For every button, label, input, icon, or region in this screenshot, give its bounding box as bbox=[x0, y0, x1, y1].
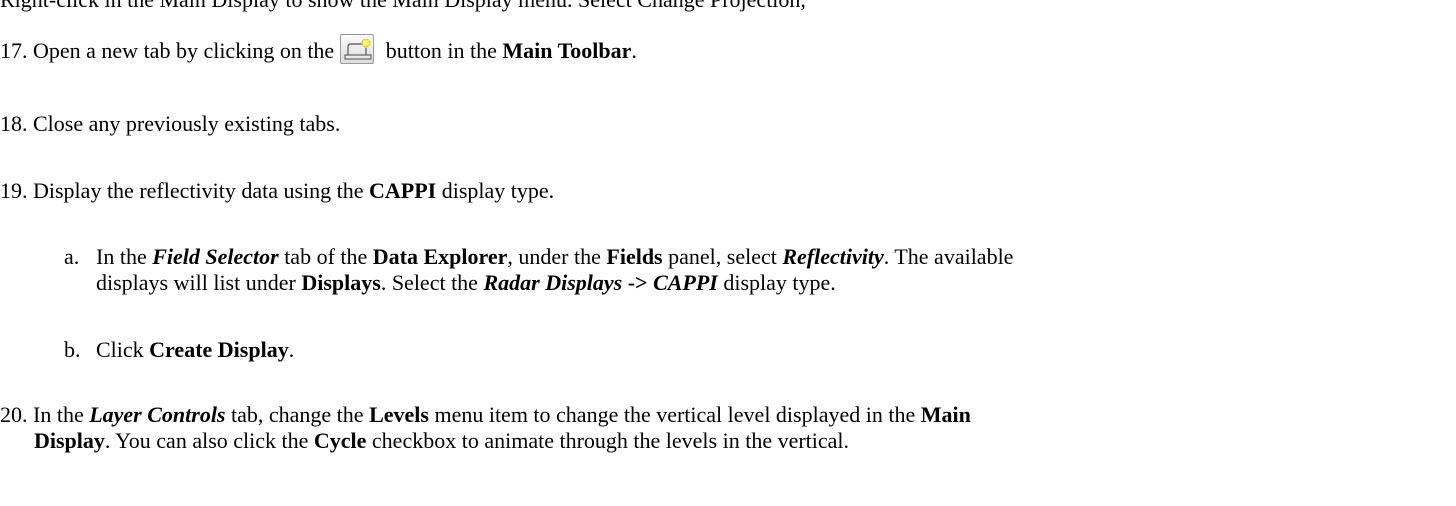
step-20: 20. In the Layer Controls tab, change th… bbox=[0, 402, 971, 427]
step-number: 17. bbox=[0, 38, 33, 64]
step-19a: a. In the Field Selector tab of the Data … bbox=[64, 244, 1014, 269]
step-17: 17. Open a new tab by clicking on the bu… bbox=[0, 34, 637, 68]
sub-step-marker: b. bbox=[64, 337, 81, 362]
new-tab-icon bbox=[340, 34, 375, 64]
sub-step-marker: a. bbox=[64, 244, 80, 269]
step-20-continued: Display. You can also click the Cycle ch… bbox=[34, 428, 850, 453]
cut-off-text-line: Right-click in the Main Display to show … bbox=[0, 0, 806, 13]
step-number: 19. bbox=[0, 178, 33, 203]
step-number: 18. bbox=[0, 111, 33, 136]
step-19b: b. Click Create Display. bbox=[64, 337, 295, 362]
step-19: 19. Display the reflectivity data using … bbox=[0, 178, 555, 203]
step-19a-continued: displays will list under Displays. Selec… bbox=[96, 270, 836, 295]
step-number: 20. bbox=[0, 402, 33, 427]
step-18: 18. Close any previously existing tabs. bbox=[0, 111, 341, 136]
